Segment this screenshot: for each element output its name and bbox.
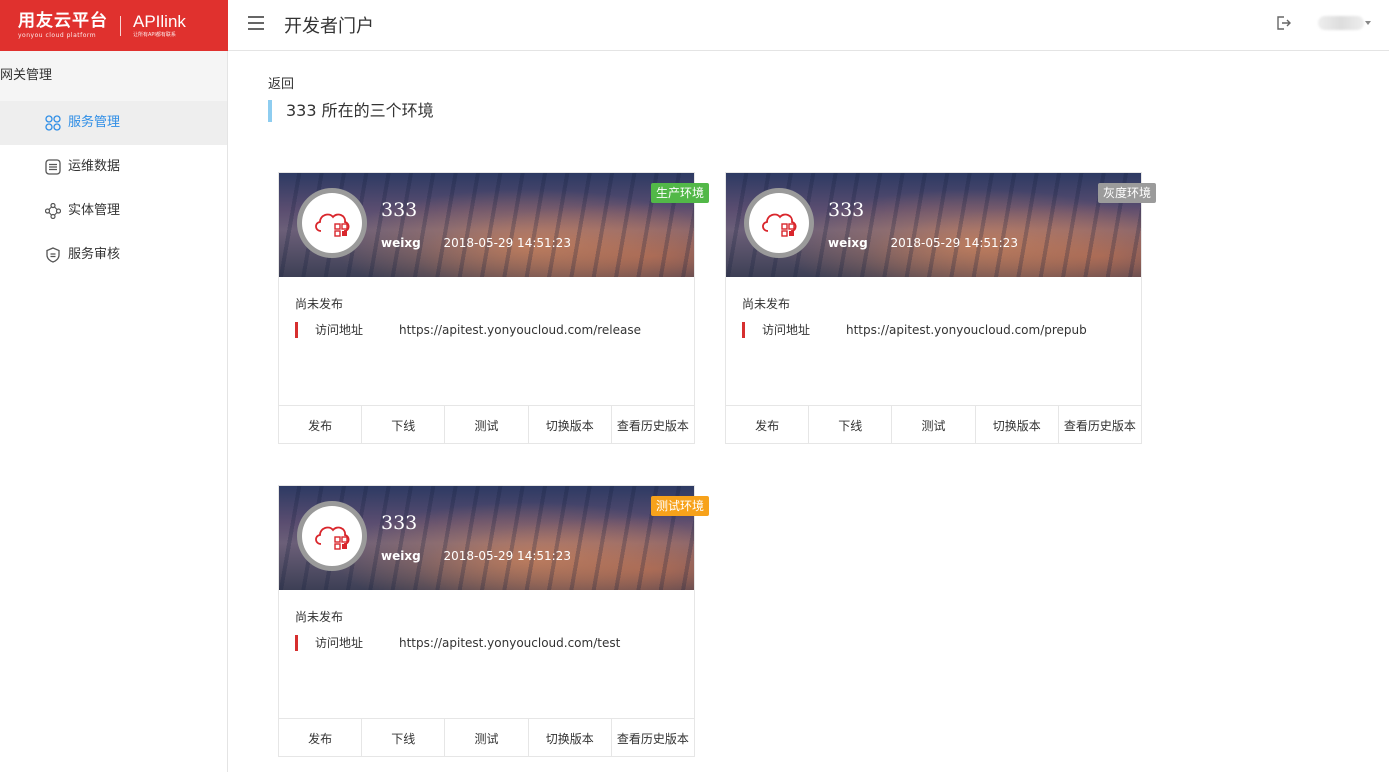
sidebar-item-label: 服务管理 [68, 115, 121, 130]
brand-logo[interactable]: 用友云平台 yonyou cloud platform APIlink 让所有A… [0, 0, 228, 51]
environment-card-gray: 333 weixg 2018-05-29 14:51:23 灰度环境 尚未发布 … [725, 172, 1156, 444]
environment-card-production: 333 weixg 2018-05-29 14:51:23 生产环境 尚未发布 … [278, 172, 709, 444]
addr-marker [295, 322, 298, 338]
owner-name: weixg [381, 549, 421, 563]
addr-marker [295, 635, 298, 651]
card-banner: 333 weixg 2018-05-29 14:51:23 灰度环境 [726, 173, 1156, 277]
cloud-icon [315, 213, 350, 237]
cloud-icon [762, 213, 797, 237]
publish-button[interactable]: 发布 [279, 406, 363, 443]
access-address-value: https://apitest.yonyoucloud.com/release [399, 323, 642, 337]
history-versions-button[interactable]: 查看历史版本 [1059, 406, 1141, 443]
sidebar-item-entity-management[interactable]: 实体管理 [0, 189, 227, 233]
sidebar: 网关管理 服务管理 运维数据 实体管理 服务审核 [0, 51, 228, 772]
service-avatar [297, 501, 367, 571]
sidebar-item-label: 实体管理 [68, 203, 121, 218]
card-banner: 333 weixg 2018-05-29 14:51:23 生产环境 [279, 173, 709, 277]
page-title: 开发者门户 [284, 16, 374, 37]
env-badge: 灰度环境 [1097, 183, 1156, 203]
card-actions: 发布 下线 测试 切换版本 查看历史版本 [279, 405, 694, 443]
switch-version-button[interactable]: 切换版本 [976, 406, 1059, 443]
card-body: 尚未发布 访问地址 https://apitest.yonyoucloud.co… [726, 277, 1141, 407]
publish-button[interactable]: 发布 [726, 406, 810, 443]
environment-card-test: 333 weixg 2018-05-29 14:51:23 测试环境 尚未发布 … [278, 485, 709, 757]
access-address-row: 访问地址 https://apitest.yonyoucloud.com/rel… [295, 322, 694, 338]
created-time: 2018-05-29 14:51:23 [443, 236, 571, 250]
service-avatar [297, 188, 367, 258]
nodes-icon [45, 203, 61, 219]
sidebar-item-service-review[interactable]: 服务审核 [0, 233, 227, 277]
switch-version-button[interactable]: 切换版本 [529, 406, 612, 443]
publish-status: 尚未发布 [295, 610, 344, 624]
card-body: 尚未发布 访问地址 https://apitest.yonyoucloud.co… [279, 590, 694, 720]
addr-marker [742, 322, 745, 338]
cloud-icon [315, 526, 350, 550]
offline-button[interactable]: 下线 [362, 406, 446, 443]
created-time: 2018-05-29 14:51:23 [443, 549, 571, 563]
service-name: 333 [381, 512, 418, 534]
owner-name: weixg [828, 236, 868, 250]
list-icon [45, 159, 61, 175]
section-title: 333 所在的三个环境 [268, 100, 434, 122]
brand-name-en: yonyou cloud platform [18, 31, 97, 39]
access-address-label: 访问地址 [315, 323, 364, 337]
brand-main: 用友云平台 yonyou cloud platform [18, 10, 108, 39]
test-button[interactable]: 测试 [445, 406, 529, 443]
sidebar-item-ops-data[interactable]: 运维数据 [0, 145, 227, 189]
brand-separator [120, 15, 121, 36]
sidebar-item-label: 服务审核 [68, 247, 121, 262]
created-time: 2018-05-29 14:51:23 [890, 236, 1018, 250]
env-badge: 生产环境 [650, 183, 709, 203]
sidebar-item-label: 运维数据 [68, 159, 121, 174]
access-address-value: https://apitest.yonyoucloud.com/test [399, 636, 621, 650]
card-body: 尚未发布 访问地址 https://apitest.yonyoucloud.co… [279, 277, 694, 407]
publish-status: 尚未发布 [742, 297, 791, 311]
publish-button[interactable]: 发布 [279, 719, 363, 756]
access-address-row: 访问地址 https://apitest.yonyoucloud.com/pre… [742, 322, 1141, 338]
access-address-row: 访问地址 https://apitest.yonyoucloud.com/tes… [295, 635, 694, 651]
service-name: 333 [381, 199, 418, 221]
shield-icon [46, 247, 60, 263]
user-avatar[interactable] [1318, 16, 1364, 30]
service-meta: weixg 2018-05-29 14:51:23 [828, 236, 1018, 250]
service-meta: weixg 2018-05-29 14:51:23 [381, 236, 571, 250]
service-meta: weixg 2018-05-29 14:51:23 [381, 549, 571, 563]
brand-name: 用友云平台 [18, 10, 108, 31]
access-address-value: https://apitest.yonyoucloud.com/prepub [846, 323, 1087, 337]
access-address-label: 访问地址 [762, 323, 811, 337]
grid-icon [45, 115, 61, 131]
hamburger-menu-icon[interactable] [248, 16, 264, 30]
sidebar-item-service-management[interactable]: 服务管理 [0, 101, 227, 145]
card-actions: 发布 下线 测试 切换版本 查看历史版本 [279, 718, 694, 756]
sidebar-group-gateway[interactable]: 网关管理 [0, 51, 227, 101]
back-link[interactable]: 返回 [268, 73, 294, 92]
owner-name: weixg [381, 236, 421, 250]
card-banner: 333 weixg 2018-05-29 14:51:23 测试环境 [279, 486, 709, 590]
service-avatar [744, 188, 814, 258]
publish-status: 尚未发布 [295, 297, 344, 311]
env-badge: 测试环境 [650, 496, 709, 516]
logout-icon[interactable] [1274, 14, 1292, 32]
switch-version-button[interactable]: 切换版本 [529, 719, 612, 756]
chevron-down-icon[interactable] [1365, 21, 1371, 25]
history-versions-button[interactable]: 查看历史版本 [612, 406, 694, 443]
access-address-label: 访问地址 [315, 636, 364, 650]
top-bar: 用友云平台 yonyou cloud platform APIlink 让所有A… [0, 0, 1389, 51]
test-button[interactable]: 测试 [445, 719, 529, 756]
product-slogan: 让所有API都有联系 [133, 32, 176, 38]
product-logo: APIlink 让所有API都有联系 [133, 13, 186, 38]
offline-button[interactable]: 下线 [362, 719, 446, 756]
offline-button[interactable]: 下线 [809, 406, 893, 443]
product-name: APIlink [133, 12, 186, 31]
history-versions-button[interactable]: 查看历史版本 [612, 719, 694, 756]
card-actions: 发布 下线 测试 切换版本 查看历史版本 [726, 405, 1141, 443]
service-name: 333 [828, 199, 865, 221]
test-button[interactable]: 测试 [892, 406, 976, 443]
